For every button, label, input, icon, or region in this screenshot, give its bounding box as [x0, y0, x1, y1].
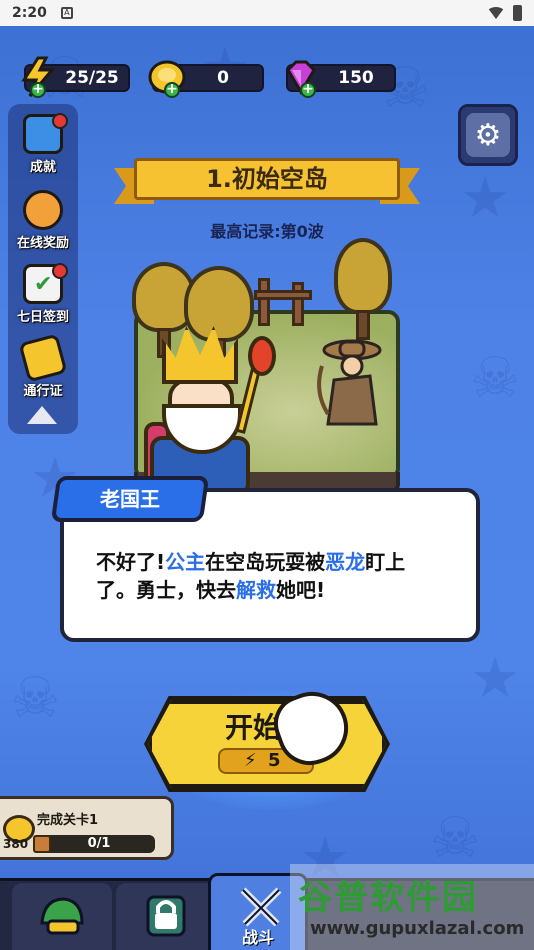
sidebar-item-label: 七日签到 — [16, 310, 69, 325]
crown-icon — [162, 326, 238, 384]
energy-value: 25/25 — [65, 68, 119, 88]
watermark-title: 谷普软件园 — [298, 878, 478, 918]
notification-dot — [52, 263, 68, 279]
calendar-check-icon: ✔ — [23, 263, 68, 304]
sidebar-item-seven-day-signin[interactable]: ✔ 七日签到 — [8, 263, 78, 325]
status-bar: 2:20 A — [0, 0, 534, 26]
battery-icon — [513, 5, 522, 21]
sidebar-item-pass[interactable]: 通行证 — [8, 333, 78, 399]
gem-counter[interactable]: + 150 — [286, 60, 396, 98]
add-gems-icon[interactable]: + — [300, 82, 316, 98]
hero-helmet-icon — [40, 897, 84, 935]
lightning-icon: ⚡ — [244, 750, 257, 771]
sidebar-item-label: 通行证 — [23, 384, 63, 399]
speaker-name-tag: 老国王 — [50, 476, 210, 522]
gem-value: 150 — [338, 68, 374, 88]
sidebar-item-label: 成就 — [29, 160, 56, 175]
energy-cost-value: 5 — [268, 750, 281, 771]
sidebar-item-achievements[interactable]: 成就 — [8, 113, 78, 175]
watermark-url: www.gupuxlazal.com — [310, 918, 525, 939]
notification-icon: A — [60, 7, 73, 19]
fence-illustration — [254, 278, 314, 328]
highlight-rescue: 解救 — [236, 578, 276, 602]
highlight-princess: 公主 — [165, 550, 206, 574]
settings-button[interactable]: ⚙ — [458, 104, 518, 166]
highlight-dragon: 恶龙 — [325, 550, 366, 574]
collapse-sidebar-icon[interactable] — [27, 406, 57, 424]
mission-title: 完成关卡1 — [37, 813, 99, 828]
notification-dot — [52, 113, 68, 129]
mission-reward: 380 — [3, 837, 29, 851]
lock-icon — [146, 895, 186, 937]
pass-ticket-icon — [18, 333, 68, 383]
stage-banner: 1.初始空岛 — [114, 158, 420, 206]
left-sidebar: 成就 在线奖励 ✔ 七日签到 通行证 — [8, 104, 78, 434]
add-energy-icon[interactable]: + — [30, 82, 46, 98]
energy-counter[interactable]: + 25/25 — [21, 56, 130, 98]
stage-title: 1.初始空岛 — [134, 158, 400, 200]
status-time: 2:20 — [12, 5, 47, 21]
tab-heroes[interactable] — [12, 883, 112, 950]
mission-progress-text: 0/1 — [87, 836, 111, 851]
coin-counter[interactable]: + 0 — [148, 60, 264, 98]
dialog-text: 不好了!公主在空岛玩耍被恶龙盯上 了。勇士，快去解救她吧! — [96, 550, 406, 602]
tab-locked[interactable] — [116, 883, 216, 950]
watermark: 谷普软件园 www.gupuxlazal.com — [290, 864, 534, 950]
add-coins-icon[interactable]: + — [164, 82, 180, 98]
achievement-icon — [23, 113, 68, 154]
archer-hero[interactable] — [316, 336, 386, 432]
gear-icon: ⚙ — [466, 113, 510, 157]
mission-panel[interactable]: 完成关卡1 380 0/1 — [0, 796, 174, 860]
tree-illustration — [334, 238, 392, 340]
speaker-name: 老国王 — [100, 487, 160, 511]
best-record: 最高记录:第0波 — [210, 222, 324, 241]
start-game-label: 开始游 — [224, 711, 309, 744]
coin-value: 0 — [217, 68, 229, 88]
wifi-icon — [487, 7, 505, 19]
